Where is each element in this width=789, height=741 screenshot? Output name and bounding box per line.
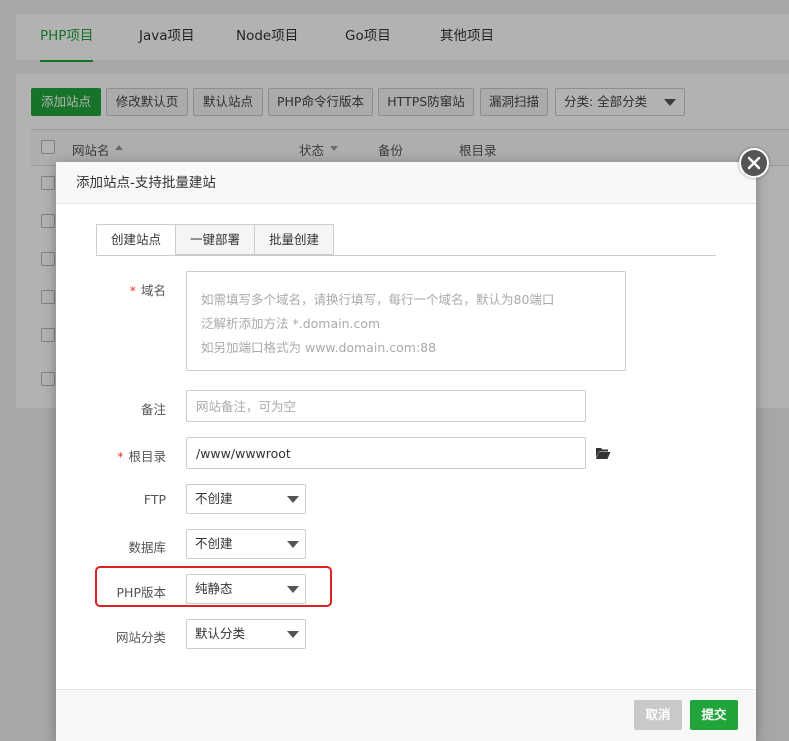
database-label: 数据库 [128,540,166,555]
close-dialog-button[interactable] [739,148,769,178]
tab-batch-create[interactable]: 批量创建 [254,224,334,255]
submit-button[interactable]: 提交 [690,700,738,730]
site-category-select[interactable]: 默认分类 [186,619,306,649]
root-dir-label: * 根目录 [117,449,166,464]
root-dir-input[interactable] [186,437,586,469]
dialog-tabs: 创建站点 一键部署 批量创建 [96,224,716,256]
remark-input[interactable] [186,390,586,422]
dialog-footer: 取消 提交 [56,689,756,741]
tab-one-click-deploy[interactable]: 一键部署 [175,224,255,255]
chevron-down-icon [287,541,299,548]
site-category-select-value: 默认分类 [195,626,246,641]
domain-placeholder-line-1: 如需填写多个域名，请换行填写，每行一个域名，默认为80端口 [201,292,555,307]
chevron-down-icon [287,496,299,503]
database-select-value: 不创建 [195,536,233,551]
cancel-button[interactable]: 取消 [634,700,682,730]
tab-create-site[interactable]: 创建站点 [96,224,176,255]
close-icon [747,156,761,170]
ftp-label: FTP [143,492,166,507]
remark-label: 备注 [140,402,166,417]
domain-placeholder-line-2: 泛解析添加方法 *.domain.com [201,316,381,331]
domain-textarea[interactable]: 如需填写多个域名，请换行填写，每行一个域名，默认为80端口 泛解析添加方法 *.… [186,271,626,371]
site-category-label: 网站分类 [115,630,166,645]
dialog-title: 添加站点-支持批量建站 [56,162,756,204]
database-select[interactable]: 不创建 [186,529,306,559]
domain-placeholder-line-3: 如另加端口格式为 www.domain.com:88 [201,340,437,355]
add-site-dialog: 添加站点-支持批量建站 创建站点 一键部署 批量创建 * 域名 如需填写多个域名，… [56,162,756,741]
folder-open-icon[interactable] [595,446,611,464]
chevron-down-icon [287,631,299,638]
ftp-select[interactable]: 不创建 [186,484,306,514]
ftp-select-value: 不创建 [195,491,233,506]
php-version-highlight-box [95,566,332,607]
domain-label: * 域名 [129,283,166,298]
